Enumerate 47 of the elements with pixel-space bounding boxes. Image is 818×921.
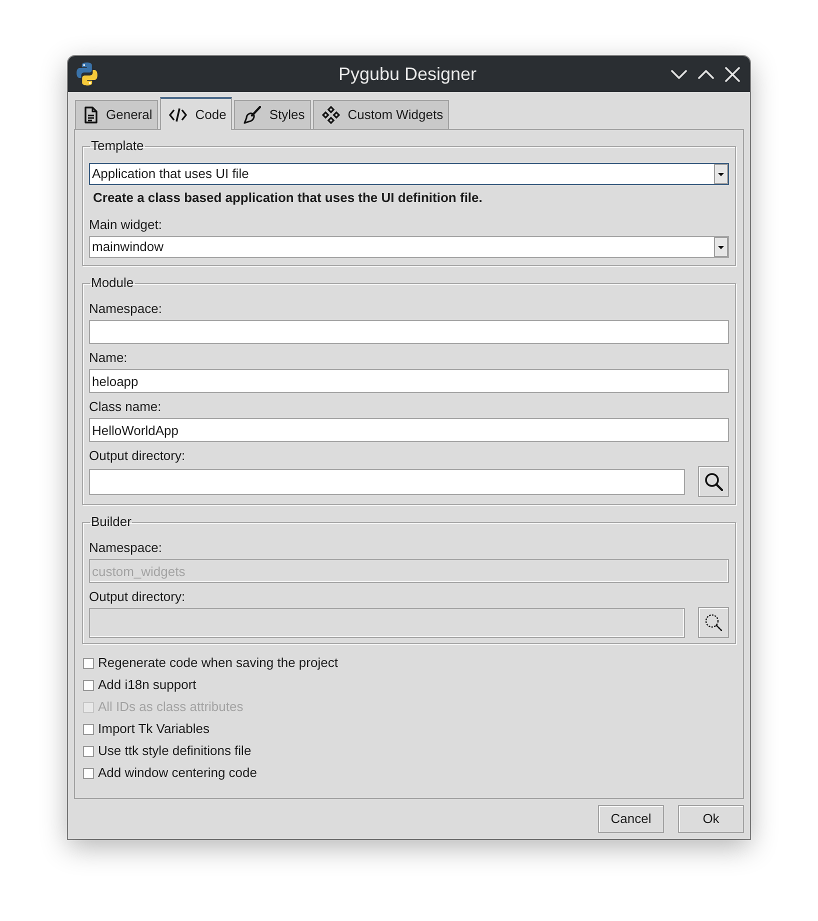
diamonds-icon [322, 106, 340, 124]
checkbox-label[interactable]: Use ttk style definitions file [98, 742, 252, 760]
search-icon [704, 613, 723, 632]
field-label: Main widget: [89, 216, 162, 234]
input-field[interactable] [89, 320, 729, 344]
window-title: Pygubu Designer [338, 63, 477, 85]
checkbox[interactable] [83, 746, 94, 756]
checkbox-label[interactable]: Import Tk Variables [98, 720, 210, 738]
checkbox[interactable] [83, 658, 94, 668]
input-field[interactable] [89, 468, 685, 494]
app-logo-icon [75, 62, 99, 86]
tab[interactable]: Custom Widgets [312, 100, 450, 129]
tab[interactable]: General [75, 100, 158, 129]
checkbox-label[interactable]: Add i18n support [98, 676, 196, 694]
tab[interactable]: Code [160, 97, 232, 130]
group-title: Template [90, 137, 145, 155]
code-icon [169, 106, 188, 122]
checkbox[interactable] [83, 680, 94, 690]
browse-button[interactable] [698, 466, 729, 497]
dialog-button[interactable]: Cancel [598, 805, 664, 833]
group-title: Builder [90, 513, 132, 531]
dropdown[interactable]: Application that uses UI file [89, 163, 729, 185]
chevron-down-icon[interactable] [671, 70, 687, 78]
field-label: Class name: [89, 398, 162, 416]
chevron-up-icon[interactable] [698, 70, 714, 78]
document-icon [84, 106, 98, 124]
checkbox[interactable] [83, 724, 94, 734]
caret-icon[interactable] [714, 237, 728, 257]
field-label: Output directory: [89, 447, 186, 465]
search-icon [704, 472, 723, 491]
input-field[interactable]: heloapp [89, 369, 729, 393]
field-label: Namespace: [89, 300, 162, 318]
brush-icon [243, 106, 262, 124]
field-label: Namespace: [89, 539, 162, 557]
dropdown[interactable]: mainwindow [89, 236, 729, 258]
template-description: Create a class based application that uses the UI definition file. [92, 189, 482, 207]
checkbox-label[interactable]: Regenerate code when saving the project [98, 654, 338, 672]
group-title: Module [90, 274, 135, 292]
close-icon[interactable] [725, 66, 740, 82]
checkbox[interactable] [83, 768, 94, 778]
dialog-button[interactable]: Ok [678, 805, 744, 833]
input-field[interactable]: HelloWorldApp [89, 418, 729, 442]
caret-icon[interactable] [714, 164, 728, 184]
field-label: Output directory: [89, 588, 186, 606]
tab[interactable]: Styles [234, 100, 311, 129]
checkbox-label[interactable]: Add window centering code [98, 764, 257, 782]
field-label: Name: [89, 349, 128, 367]
